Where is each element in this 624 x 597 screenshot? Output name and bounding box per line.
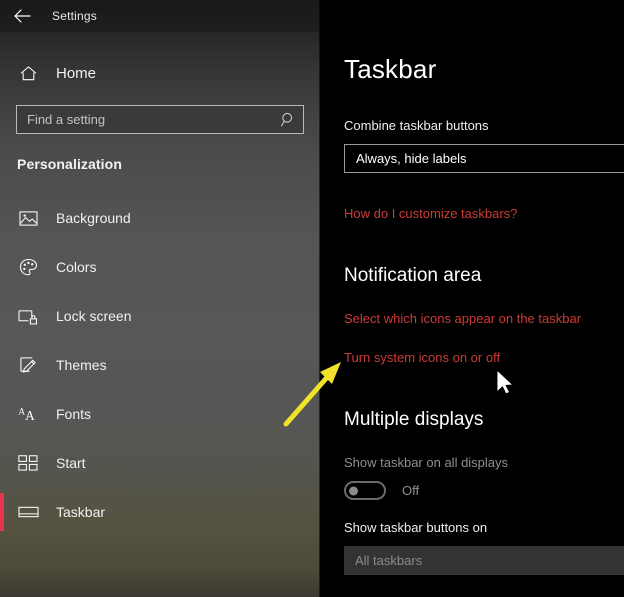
svg-text:A: A [25, 408, 35, 423]
page-title: Taskbar [344, 54, 437, 84]
brush-icon [17, 354, 39, 376]
combine-taskbar-buttons-value: Always, hide labels [356, 151, 467, 166]
show-taskbar-all-displays-label: Show taskbar on all displays [344, 455, 509, 470]
sidebar-item-label: Start [56, 455, 86, 471]
sidebar-item-taskbar[interactable]: Taskbar [0, 493, 320, 531]
selection-indicator [0, 493, 4, 531]
home-label: Home [56, 64, 97, 82]
turn-system-icons-link[interactable]: Turn system icons on or off [344, 350, 500, 365]
start-tiles-icon [17, 452, 39, 474]
settings-sidebar: Settings Home Personalization [0, 0, 320, 597]
settings-content-pane: Taskbar Combine taskbar buttons Always, … [320, 0, 624, 597]
select-icons-on-taskbar-link[interactable]: Select which icons appear on the taskbar [344, 311, 581, 326]
sidebar-item-label: Fonts [56, 406, 92, 422]
combine-taskbar-buttons-label: Combine taskbar buttons [344, 118, 489, 133]
sidebar-item-themes[interactable]: Themes [0, 353, 320, 377]
sidebar-item-fonts[interactable]: A A Fonts [0, 402, 320, 426]
title-bar: Settings [0, 0, 320, 32]
taskbar-icon [17, 501, 39, 523]
sidebar-item-colors[interactable]: Colors [0, 255, 320, 279]
search-input[interactable] [17, 111, 275, 128]
sidebar-nav-list: Background Colors Lock screen Themes A A… [0, 206, 320, 549]
show-taskbar-all-displays-toggle[interactable] [344, 481, 386, 500]
sidebar-item-label: Lock screen [56, 308, 132, 324]
show-taskbar-buttons-on-value: All taskbars [355, 553, 423, 568]
customize-taskbars-link[interactable]: How do I customize taskbars? [344, 206, 517, 221]
back-arrow-icon [13, 9, 31, 23]
fonts-aa-icon: A A [17, 403, 39, 425]
back-button[interactable] [0, 0, 44, 32]
sidebar-item-home[interactable]: Home [0, 58, 320, 88]
sidebar-item-lock-screen[interactable]: Lock screen [0, 304, 320, 328]
sidebar-item-start[interactable]: Start [0, 451, 320, 475]
settings-window: Settings Home Personalization [0, 0, 624, 597]
sidebar-item-label: Colors [56, 259, 97, 275]
window-title: Settings [52, 9, 97, 23]
search-icon[interactable] [275, 107, 301, 133]
toggle-state-label: Off [402, 483, 420, 498]
toggle-knob [349, 486, 358, 495]
show-taskbar-buttons-on-dropdown[interactable]: All taskbars [344, 546, 624, 575]
notification-area-heading: Notification area [344, 265, 482, 286]
sidebar-item-background[interactable]: Background [0, 206, 320, 230]
multiple-displays-heading: Multiple displays [344, 409, 484, 430]
search-box[interactable] [16, 105, 304, 134]
sidebar-group-title: Personalization [17, 156, 122, 172]
sidebar-item-label: Taskbar [56, 504, 106, 520]
combine-taskbar-buttons-dropdown[interactable]: Always, hide labels [344, 144, 624, 173]
home-icon [16, 61, 40, 85]
palette-icon [17, 256, 39, 278]
lockscreen-icon [17, 305, 39, 327]
image-icon [17, 207, 39, 229]
sidebar-item-label: Background [56, 210, 131, 226]
sidebar-item-label: Themes [56, 357, 107, 373]
show-taskbar-all-displays-toggle-row[interactable]: Off [344, 481, 419, 500]
show-taskbar-buttons-on-label: Show taskbar buttons on [344, 520, 488, 535]
